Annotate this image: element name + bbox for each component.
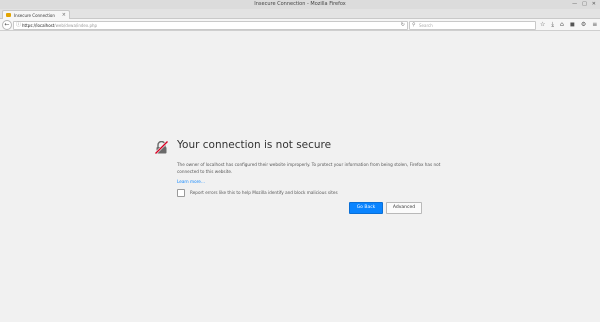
broken-lock-icon (154, 139, 169, 155)
go-back-button[interactable]: Go Back (349, 202, 383, 214)
search-input[interactable]: Search (419, 22, 433, 29)
menu-icon[interactable]: ≡ (592, 21, 597, 28)
search-icon: ⚲ (412, 22, 416, 28)
search-bar[interactable]: ⚲ Search (409, 21, 536, 30)
report-errors-label[interactable]: Report errors like this to help Mozilla … (190, 190, 338, 196)
url-path: /web/dvwa/index.php (54, 23, 98, 28)
back-button[interactable]: ← (2, 20, 12, 30)
url-text[interactable]: https://localhost/web/dvwa/index.php (22, 22, 97, 29)
navigation-toolbar: ← ⓘ https://localhost/web/dvwa/index.php… (0, 19, 600, 31)
extension-icon[interactable]: ⚙ (581, 21, 586, 28)
tab-insecure-connection[interactable]: Insecure Connection × (2, 10, 70, 19)
learn-more-link[interactable]: Learn more… (177, 179, 205, 185)
error-description: The owner of localhost has configured th… (177, 162, 441, 174)
window-titlebar: Insecure Connection - Mozilla Firefox — … (0, 0, 600, 9)
pocket-icon[interactable]: ◼ (570, 21, 575, 28)
report-errors-row: Report errors like this to help Mozilla … (177, 189, 338, 197)
advanced-button[interactable]: Advanced (386, 202, 422, 214)
window-controls: — □ ✕ (572, 1, 596, 8)
tab-bar: Insecure Connection × + (0, 9, 600, 26)
toolbar-icons: ☆ ⤓ ⌂ ◼ ⚙ ≡ (540, 21, 597, 28)
url-host: https://localhost (22, 23, 55, 28)
tab-label: Insecure Connection (14, 12, 55, 18)
maximize-icon[interactable]: □ (582, 1, 587, 8)
tab-close-icon[interactable]: × (62, 12, 66, 18)
report-errors-checkbox[interactable] (177, 189, 185, 197)
close-window-icon[interactable]: ✕ (592, 1, 596, 8)
url-bar[interactable]: ⓘ https://localhost/web/dvwa/index.php ↻ (13, 21, 408, 30)
downloads-icon[interactable]: ⤓ (551, 21, 554, 28)
window-title: Insecure Connection - Mozilla Firefox (254, 1, 346, 7)
bookmark-star-icon[interactable]: ☆ (540, 21, 545, 28)
warning-favicon-icon (6, 13, 11, 17)
info-icon[interactable]: ⓘ (16, 22, 21, 29)
error-title: Your connection is not secure (177, 139, 332, 151)
reload-icon[interactable]: ↻ (401, 22, 405, 29)
home-icon[interactable]: ⌂ (560, 21, 564, 28)
minimize-icon[interactable]: — (572, 1, 577, 8)
